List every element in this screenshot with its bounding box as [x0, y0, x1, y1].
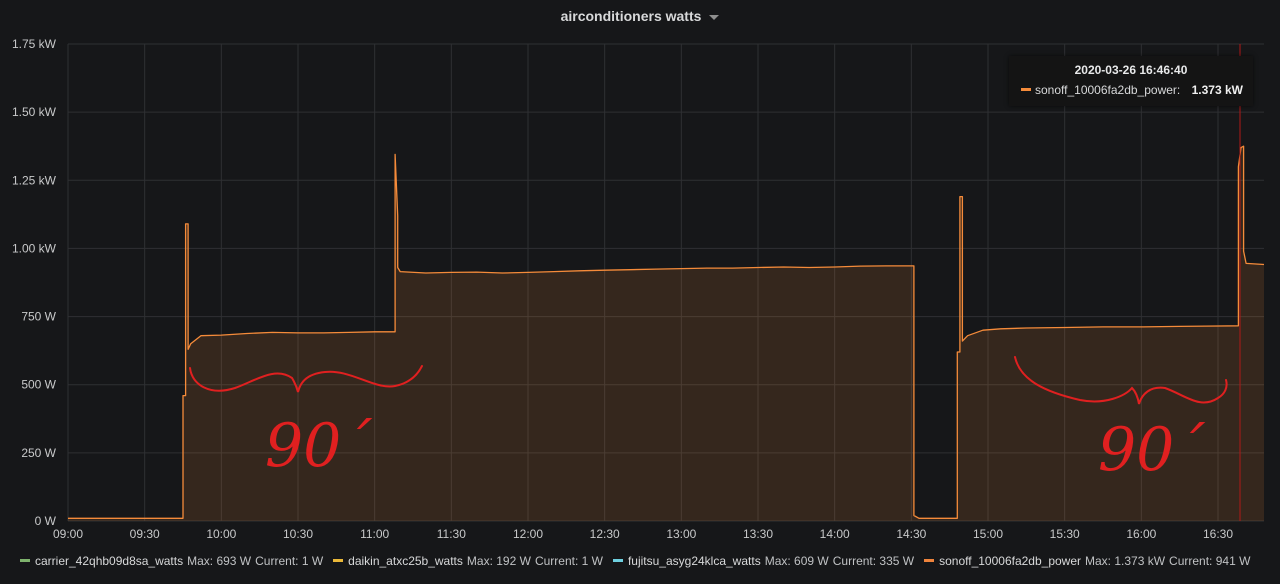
legend-swatch: [333, 559, 344, 563]
legend-max: Max: 693 W: [187, 554, 252, 568]
y-axis-ticks: 0 W 250 W 500 W 750 W 1.00 kW 1.25 kW 1.50 kW 1…: [12, 37, 57, 528]
tooltip-value: 1.373 kW: [1191, 83, 1243, 97]
annotation-label: 90´: [1098, 415, 1205, 485]
legend: carrier_42qhb09d8sa_watts Max: 693 W Curre…: [20, 554, 1270, 568]
tooltip-row: sonoff_10006fa2db_power: 1.373 kW: [1009, 83, 1253, 97]
legend-swatch: [612, 559, 623, 563]
x-tick-label: 15:00: [973, 527, 1003, 541]
legend-swatch: [20, 559, 30, 563]
series-layer: [68, 145, 1265, 521]
y-tick-label: 500 W: [21, 378, 56, 392]
legend-item[interactable]: sonoff_10006fa2db_power Max: 1.373 kW Curr…: [924, 554, 1250, 568]
legend-series-name: sonoff_10006fa2db_power: [939, 554, 1082, 568]
x-tick-label: 11:00: [360, 527, 389, 541]
tooltip-series-label: sonoff_10006fa2db_power:: [1035, 83, 1181, 97]
x-tick-label: 11:30: [437, 527, 466, 541]
x-tick-label: 12:00: [513, 527, 543, 541]
legend-current: Current: 1 W: [255, 554, 324, 568]
legend-series-name: daikin_atxc25b_watts: [348, 554, 463, 568]
legend-max: Max: 1.373 kW: [1085, 554, 1166, 568]
y-tick-label: 0 W: [35, 514, 57, 528]
y-tick-label: 1.00 kW: [12, 241, 57, 255]
y-tick-label: 1.75 kW: [12, 37, 57, 51]
y-tick-label: 1.25 kW: [12, 173, 57, 187]
x-tick-label: 10:30: [283, 527, 313, 541]
legend-series-name: fujitsu_asyg24klca_watts: [627, 554, 761, 568]
legend-item[interactable]: fujitsu_asyg24klca_watts Max: 609 W Curren…: [612, 554, 915, 568]
x-tick-label: 16:00: [1126, 527, 1156, 541]
tooltip-time: 2020-03-26 16:46:40: [1074, 63, 1188, 77]
x-tick-label: 09:00: [53, 527, 83, 541]
x-tick-label: 09:30: [130, 527, 160, 541]
legend-item[interactable]: carrier_42qhb09d8sa_watts Max: 693 W Curre…: [20, 554, 323, 568]
x-tick-label: 13:30: [743, 527, 773, 541]
x-tick-label: 16:30: [1203, 527, 1233, 541]
legend-current: Current: 941 W: [1169, 554, 1251, 568]
legend-current: Current: 335 W: [832, 554, 915, 568]
annotation-label: 90´: [265, 411, 372, 481]
legend-swatch: [924, 559, 935, 563]
legend-max: Max: 609 W: [764, 554, 829, 568]
hover-tooltip: 2020-03-26 16:46:40 sonoff_10006fa2db_po…: [1009, 56, 1253, 106]
legend-current: Current: 1 W: [534, 554, 603, 568]
x-tick-label: 14:00: [820, 527, 850, 541]
y-tick-label: 1.50 kW: [12, 105, 57, 119]
x-tick-label: 10:00: [206, 527, 236, 541]
tooltip-series: sonoff_10006fa2db_power:: [1021, 83, 1180, 97]
legend-item[interactable]: daikin_atxc25b_watts Max: 192 W Current: 1…: [333, 554, 603, 568]
legend-max: Max: 192 W: [466, 554, 531, 568]
legend-series-name: carrier_42qhb09d8sa_watts: [35, 554, 184, 568]
x-tick-label: 15:30: [1050, 527, 1080, 541]
x-tick-label: 12:30: [590, 527, 620, 541]
x-tick-label: 14:30: [896, 527, 926, 541]
y-tick-label: 750 W: [21, 310, 56, 324]
y-tick-label: 250 W: [21, 446, 56, 460]
x-axis-ticks: 09:00 09:30 10:00 10:30 11:00 11:30 12:00 12:30…: [53, 527, 1233, 541]
x-tick-label: 13:00: [666, 527, 696, 541]
tooltip-swatch: [1021, 88, 1031, 92]
